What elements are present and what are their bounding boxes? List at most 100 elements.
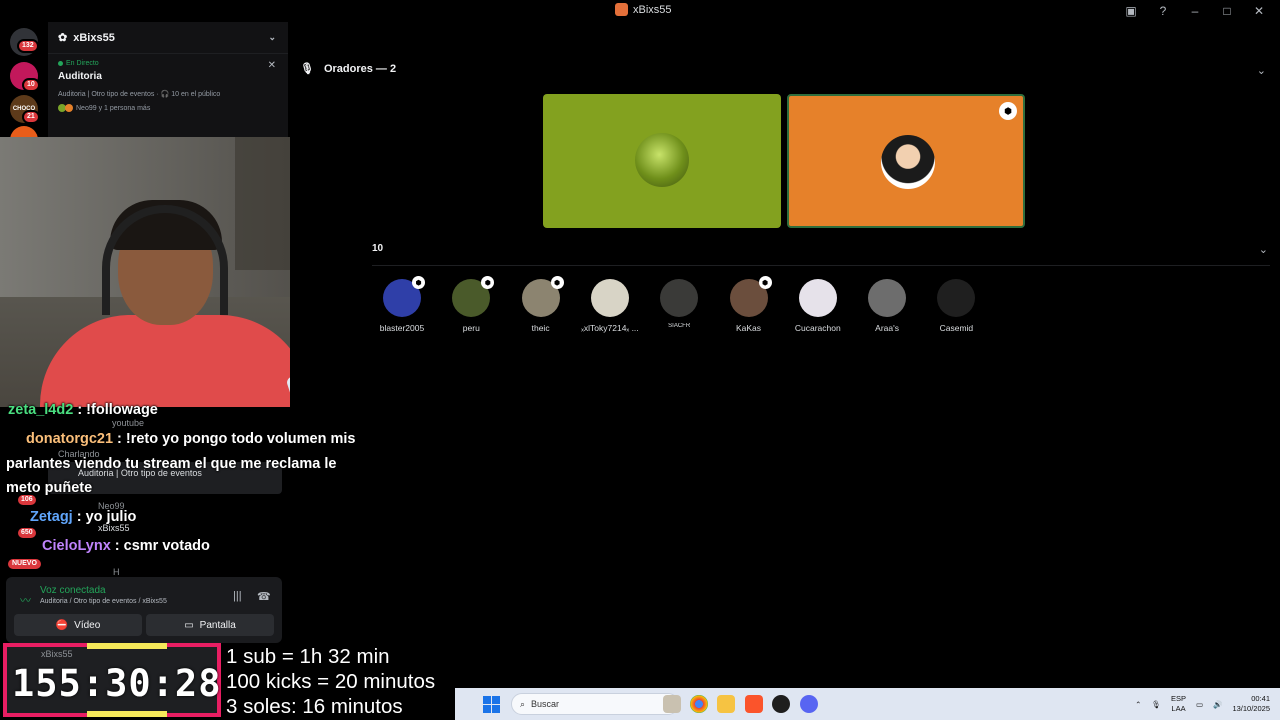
video-button[interactable]: ⛔ Vídeo [14,614,142,636]
chrome-icon[interactable] [690,695,708,713]
clock-date: 13/10/2025 [1232,704,1270,713]
mention-badge: 10 [22,78,40,92]
moderator-icon: ⬢ [758,276,772,289]
timer-value: 155:30:28 [12,662,222,705]
audience-count: 10 [372,243,384,254]
chat-message: : yo julio [72,509,137,525]
chevron-down-icon[interactable]: ⌄ [1259,243,1268,256]
clock[interactable]: 00:41 13/10/2025 [1232,694,1270,714]
windows-start-icon[interactable] [483,696,500,713]
close-window-button[interactable]: ✕ [1250,2,1268,20]
audience-name: KaKas [735,323,762,333]
chevron-up-icon[interactable]: ⌃ [1135,700,1141,709]
ghost-user: xBixs55 [41,649,73,659]
audience-name: Araa's [875,323,899,333]
brave-icon[interactable] [745,695,763,713]
search-icon: ⌕ [520,698,526,709]
audience-name: theic [531,323,550,333]
audience-member[interactable]: ⬢ blaster2005 [362,276,442,333]
windows-taskbar: ⌕ Buscar ⌃ 🎙 ESP LAA ▭ 🔊 00:41 13/10/202… [455,688,1280,720]
discord-icon[interactable] [800,695,818,713]
server-name: xBixs55 [73,31,115,44]
network-icon[interactable]: ▭ [1196,700,1203,709]
server-gear-icon: ✿ [58,32,68,44]
event-meta: Auditoria | Otro tipo de eventos · 🎧 10 … [58,91,221,98]
audience-name: SIACFR [668,323,691,329]
avatar [937,279,976,317]
video-button-label: Vídeo [74,619,101,631]
signal-icon: 〰 [20,595,31,607]
audience-member[interactable]: ₓxlToky7214ₓ ... [570,279,650,333]
mention-badge: 132 [17,39,39,53]
maximize-button[interactable]: □ [1218,2,1236,20]
obs-icon[interactable] [772,695,790,713]
subathon-timer: xBixs55 155:30:28 [3,643,221,717]
speaker-tile[interactable] [543,94,781,228]
chat-message: : !reto yo pongo todo volumen mis [113,431,356,447]
voice-status[interactable]: Voz conectada [40,585,106,596]
screen-share-button[interactable]: ▭ Pantalla [146,614,274,636]
language-indicator[interactable]: ESP LAA [1171,694,1186,714]
voice-panel: 〰 Voz conectada Auditoria / Otro tipo de… [6,577,282,643]
inbox-icon[interactable]: ▣ [1122,2,1140,20]
lang-top: ESP [1171,694,1187,703]
avatar [881,135,935,189]
search-highlight-icon [663,695,681,713]
rule-line: 100 kicks = 20 minutos [226,670,436,693]
video-off-icon: ⛔ [55,619,69,631]
audience-member[interactable]: SIACFR [639,279,719,329]
search-placeholder: Buscar [531,699,560,709]
chat-overlay: zeta_l4d2 : !followage donatorgc21 : !re… [0,400,380,580]
chevron-down-icon[interactable]: ⌄ [268,32,276,43]
avatar [65,104,73,112]
audience-member[interactable]: ⬢ KaKas [709,276,789,333]
audience-name: blaster2005 [379,323,425,333]
screen-share-icon: ▭ [184,619,194,631]
server-rail: 132 10 CHOCO 21 [0,22,48,142]
audience-name: peru [462,323,480,333]
avatar [635,133,689,187]
avatar: ⬢ [383,276,425,317]
avatar [660,279,699,317]
live-dot-icon [58,61,63,66]
file-explorer-icon[interactable] [717,695,735,713]
volume-icon[interactable]: 🔊 [1213,700,1222,709]
streamer-figure [40,315,310,407]
audience-member[interactable]: ⬢ theic [501,276,581,333]
noise-suppression-icon[interactable]: ||| [233,590,242,602]
audience-member[interactable]: Cucarachon [778,279,858,333]
avatar: ⬢ [521,276,564,317]
window-title: xBixs55 [615,3,672,16]
timer-accent-bar [87,643,167,649]
server-icon [615,3,628,16]
audience-member[interactable]: Araa's [847,279,927,333]
rule-line: 1 sub = 1h 32 min [226,645,390,668]
moderator-icon: ⬢ [999,102,1017,120]
disconnect-icon[interactable]: ☎ [257,590,271,603]
microphone-icon[interactable]: 🎙 [1151,700,1161,709]
minimize-button[interactable]: – [1186,2,1204,20]
server-header[interactable]: ✿ xBixs55 ⌄ [48,22,288,54]
audience-member[interactable]: Casemid [916,279,996,333]
speakers-header: 🎙 Oradores — 2 [300,62,397,76]
search-box[interactable]: ⌕ Buscar [511,693,679,715]
event-title: Auditoria [58,71,102,82]
close-icon[interactable]: ✕ [268,60,276,71]
live-event-card[interactable]: En Directo Auditoria Auditoria | Otro ti… [58,60,278,112]
chat-user: Zetagj [30,509,73,525]
avatar [798,279,837,317]
event-people: Neo99 y 1 persona más [76,104,151,112]
speaker-tile[interactable]: ⬢ [787,94,1025,228]
audience-name: ₓxlToky7214ₓ ... [581,323,639,333]
chat-user: zeta_l4d2 [8,402,74,418]
mention-badge: 21 [22,110,40,124]
speakers-label: Oradores — 2 [323,62,397,75]
avatar: ⬢ [729,276,772,317]
help-icon[interactable]: ? [1154,2,1172,20]
window-title-text: xBixs55 [633,3,672,16]
chat-message: parlantes viendo tu stream el que me rec… [6,456,337,472]
chevron-down-icon[interactable]: ⌄ [1257,64,1266,77]
audience-member[interactable]: ⬢ peru [431,276,511,333]
moderator-icon: ⬢ [481,276,495,289]
chat-message: : csmr votado [110,538,210,554]
